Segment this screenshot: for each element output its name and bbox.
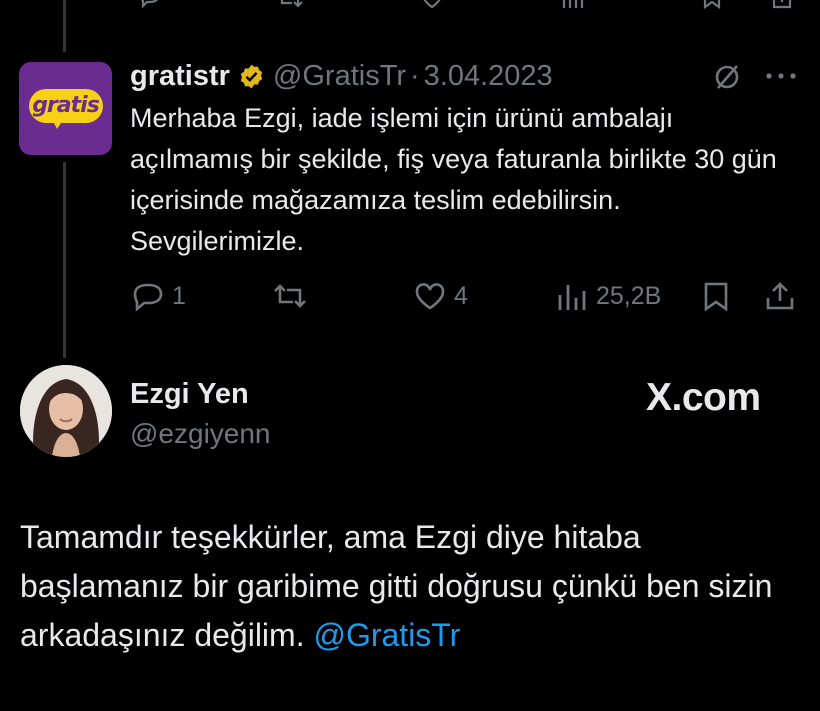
reply-text: Tamamdır teşekkürler, ama Ezgi diye hita… (20, 513, 810, 660)
views-icon[interactable] (560, 0, 584, 8)
more-options-icon[interactable] (764, 70, 798, 82)
reply-author-handle[interactable]: @ezgiyenn (130, 418, 271, 450)
like-count: 4 (454, 281, 468, 310)
retweet-button[interactable] (272, 280, 316, 312)
share-button[interactable] (764, 280, 796, 312)
profile-photo (20, 365, 112, 457)
author-name[interactable]: gratistr (130, 60, 230, 93)
tweet-text: Merhaba Ezgi, iade işlemi için ürünü amb… (130, 103, 777, 256)
mention-link[interactable]: @GratisTr (313, 617, 460, 653)
views-button[interactable]: 25,2B (556, 280, 661, 312)
reply-author-name[interactable]: Ezgi Yen (130, 378, 249, 411)
reply-icon (133, 283, 163, 311)
ezgi-avatar[interactable] (20, 365, 112, 457)
verified-badge-icon (240, 64, 263, 88)
bookmark-icon[interactable] (700, 0, 724, 10)
thread-line (63, 162, 66, 358)
like-button[interactable]: 4 (414, 280, 468, 312)
bookmark-icon (704, 282, 728, 311)
like-icon[interactable] (420, 0, 444, 9)
gratis-logo-text: gratis (32, 93, 100, 118)
retweet-icon[interactable] (276, 0, 303, 8)
tweet-header: gratistr @GratisTr · 3.04.2023 (130, 58, 553, 94)
share-icon (766, 282, 794, 310)
views-count: 25,2B (596, 281, 662, 310)
author-handle[interactable]: @GratisTr (273, 60, 406, 93)
separator-dot: · (410, 59, 420, 92)
views-icon (558, 285, 586, 310)
retweet-icon (274, 284, 306, 308)
reply-icon[interactable] (138, 0, 162, 9)
share-icon[interactable] (770, 0, 794, 9)
tweet-date[interactable]: 3.04.2023 (424, 60, 553, 93)
grok-icon[interactable] (712, 62, 742, 92)
thread-line-top (63, 0, 66, 52)
previous-tweet-actions (130, 0, 800, 10)
reply-button[interactable]: 1 (132, 280, 186, 312)
reply-count: 1 (172, 281, 186, 310)
bookmark-button[interactable] (702, 280, 730, 312)
like-icon (415, 283, 445, 310)
x-com-logo: X.com (646, 376, 761, 419)
gratis-logo: gratis (28, 88, 103, 129)
gratis-avatar[interactable]: gratis (19, 62, 112, 155)
